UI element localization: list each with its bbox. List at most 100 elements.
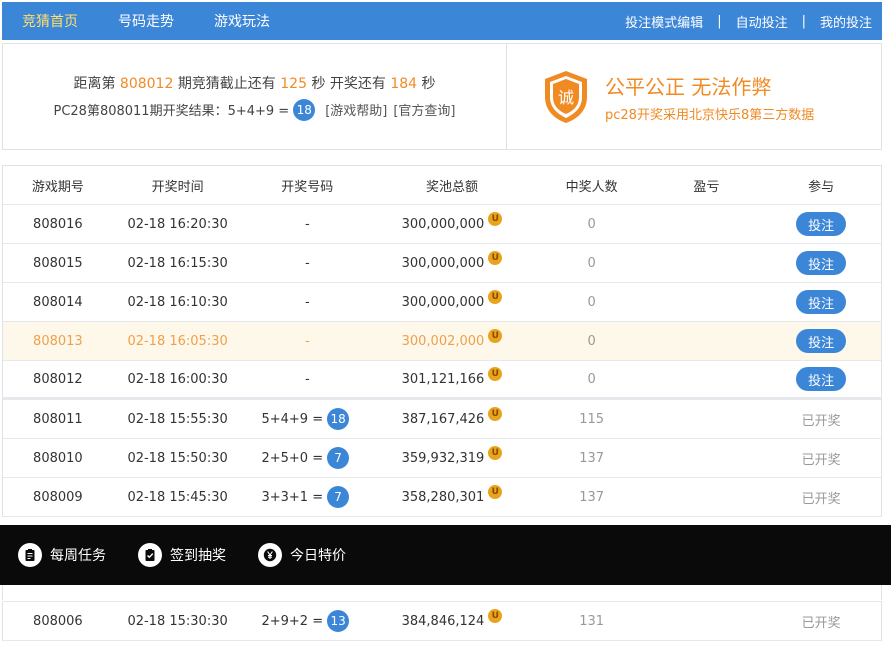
header-winners: 中奖人数: [565, 179, 618, 195]
bet-button[interactable]: 投注: [796, 329, 847, 353]
winners-cell: 0: [587, 216, 596, 232]
period-cell: 808015: [33, 255, 83, 271]
result-ball: 18: [293, 98, 316, 121]
result-cell: -: [304, 294, 310, 310]
coin-icon: U: [488, 407, 503, 421]
pool-cell: 358,280,301 U: [372, 485, 532, 505]
countdown-line: 距离第 808012 期竞猜截止还有 125 秒 开奖还有 184 秒: [73, 73, 435, 93]
table-header: 游戏期号 开奖时间 开奖号码 奖池总额 中奖人数 盈亏 参与: [3, 166, 881, 205]
next-period: 808012: [119, 75, 174, 92]
header-participate: 参与: [808, 179, 835, 195]
time-cell: 02-18 16:00:30: [127, 371, 228, 387]
checkin-lottery-label: 签到抽奖: [170, 548, 226, 564]
game-help-link[interactable]: [游戏帮助]: [325, 100, 387, 119]
pool-cell: 384,846,124 U: [372, 609, 532, 629]
period-cell: 808012: [33, 371, 83, 387]
result-ball: 13: [327, 610, 350, 632]
header-profit: 盈亏: [693, 179, 720, 195]
coin-icon: U: [488, 609, 503, 623]
winners-cell: 137: [579, 450, 605, 466]
bet-button[interactable]: 投注: [796, 367, 847, 391]
table-row: 808010 02-18 15:50:30 2+5+0 = 7 359,932,3…: [3, 439, 881, 478]
shield-icon: 诚: [545, 70, 587, 123]
time-cell: 02-18 16:20:30: [127, 216, 228, 232]
winners-cell: 0: [587, 294, 596, 310]
drawn-status: 已开奖: [801, 491, 841, 507]
pool-amount: 301,121,166: [401, 371, 485, 387]
bet-button[interactable]: 投注: [796, 290, 847, 314]
nav-auto-bet[interactable]: 自动投注: [736, 12, 788, 31]
pool-amount: 387,167,426: [401, 411, 485, 427]
nav-bet-mode-edit[interactable]: 投注模式编辑: [625, 12, 703, 31]
result-ball: 7: [327, 486, 350, 508]
bet-button[interactable]: 投注: [796, 212, 847, 236]
result-cell: 2+9+2 = 13: [242, 610, 372, 632]
period-cell: 808009: [33, 489, 83, 505]
slogan-subtitle: pc28开奖采用北京快乐8第三方数据: [605, 107, 815, 123]
pool-amount: 300,000,000: [401, 255, 485, 271]
pool-amount: 300,000,000: [401, 216, 485, 232]
time-cell: 02-18 15:45:30: [127, 489, 228, 505]
table-row: 808011 02-18 15:55:30 5+4+9 = 18 387,167,…: [3, 400, 881, 439]
countdown-text: 秒 开奖还有: [311, 75, 386, 92]
clipboard-icon: [18, 543, 42, 567]
period-cell: 808011: [33, 411, 83, 427]
result-expression: 5+4+9 =: [261, 411, 324, 427]
nav-separator: |: [717, 13, 722, 29]
daily-deal-button[interactable]: 今日特价: [258, 543, 346, 567]
pool-cell: 300,000,000 U: [372, 212, 532, 232]
time-cell: 02-18 16:10:30: [127, 294, 228, 310]
result-cell: -: [304, 333, 310, 349]
result-cell: -: [304, 255, 310, 271]
coin-icon: U: [488, 329, 503, 343]
official-query-link[interactable]: [官方查询]: [393, 100, 455, 119]
table-row: 808016 02-18 16:20:30 - 300,000,000 U 0 投…: [3, 205, 881, 244]
pool-cell: 300,002,000 U: [372, 329, 532, 349]
coin-icon: U: [488, 446, 503, 460]
period-cell: 808006: [33, 613, 83, 629]
slogan: 公平公正 无法作弊 pc28开奖采用北京快乐8第三方数据: [605, 71, 814, 123]
table-row: 808014 02-18 16:10:30 - 300,000,000 U 0 投…: [3, 283, 881, 322]
nav-separator: |: [801, 13, 806, 29]
checkin-icon: [138, 543, 162, 567]
yen-icon: [258, 543, 282, 567]
nav-my-bets[interactable]: 我的投注: [820, 12, 872, 31]
participate-cell: 投注: [761, 367, 881, 391]
daily-deal-label: 今日特价: [290, 548, 346, 564]
result-expression: 2+5+0 =: [261, 450, 324, 466]
participate-cell: 投注: [761, 251, 881, 275]
winners-cell: 131: [579, 613, 605, 629]
last-result-text: PC28第808011期开奖结果：5+4+9 =: [53, 104, 290, 119]
coin-icon: U: [488, 485, 503, 499]
slogan-title: 公平公正 无法作弊: [605, 74, 772, 99]
result-expression: 2+9+2 =: [261, 613, 324, 629]
pool-cell: 300,000,000 U: [372, 251, 532, 271]
weekly-task-button[interactable]: 每周任务: [18, 543, 106, 567]
time-cell: 02-18 16:05:30: [127, 333, 228, 349]
participate-cell: 投注: [761, 290, 881, 314]
result-cell: 5+4+9 = 18: [242, 408, 372, 430]
table-row: 808006 02-18 15:30:30 2+9+2 = 13 384,846,…: [3, 602, 881, 641]
pool-cell: 301,121,166 U: [372, 367, 532, 387]
checkin-lottery-button[interactable]: 签到抽奖: [138, 543, 226, 567]
close-countdown: 125: [280, 75, 307, 92]
period-cell: 808013: [33, 333, 83, 349]
nav-number-trend[interactable]: 号码走势: [118, 11, 174, 31]
shield-char: 诚: [558, 88, 574, 107]
drawn-status: 已开奖: [801, 413, 841, 429]
nav-home[interactable]: 竞猜首页: [22, 11, 78, 31]
bet-button[interactable]: 投注: [796, 251, 847, 275]
result-expression: 3+3+1 =: [261, 489, 324, 505]
result-ball: 7: [327, 447, 350, 469]
draw-table-continued: 808006 02-18 15:30:30 2+9+2 = 13 384,846,…: [2, 601, 882, 641]
time-cell: 02-18 15:30:30: [127, 613, 228, 629]
header-period: 游戏期号: [31, 179, 84, 195]
pool-amount: 358,280,301: [401, 489, 485, 505]
header-pool: 奖池总额: [425, 179, 478, 195]
weekly-task-label: 每周任务: [50, 548, 106, 564]
result-cell: -: [304, 371, 310, 387]
countdown-text: 期竞猜截止还有: [177, 75, 276, 92]
top-nav: 竞猜首页 号码走势 游戏玩法 投注模式编辑 | 自动投注 | 我的投注: [2, 2, 882, 40]
time-cell: 02-18 15:50:30: [127, 450, 228, 466]
nav-game-rules[interactable]: 游戏玩法: [214, 11, 270, 31]
